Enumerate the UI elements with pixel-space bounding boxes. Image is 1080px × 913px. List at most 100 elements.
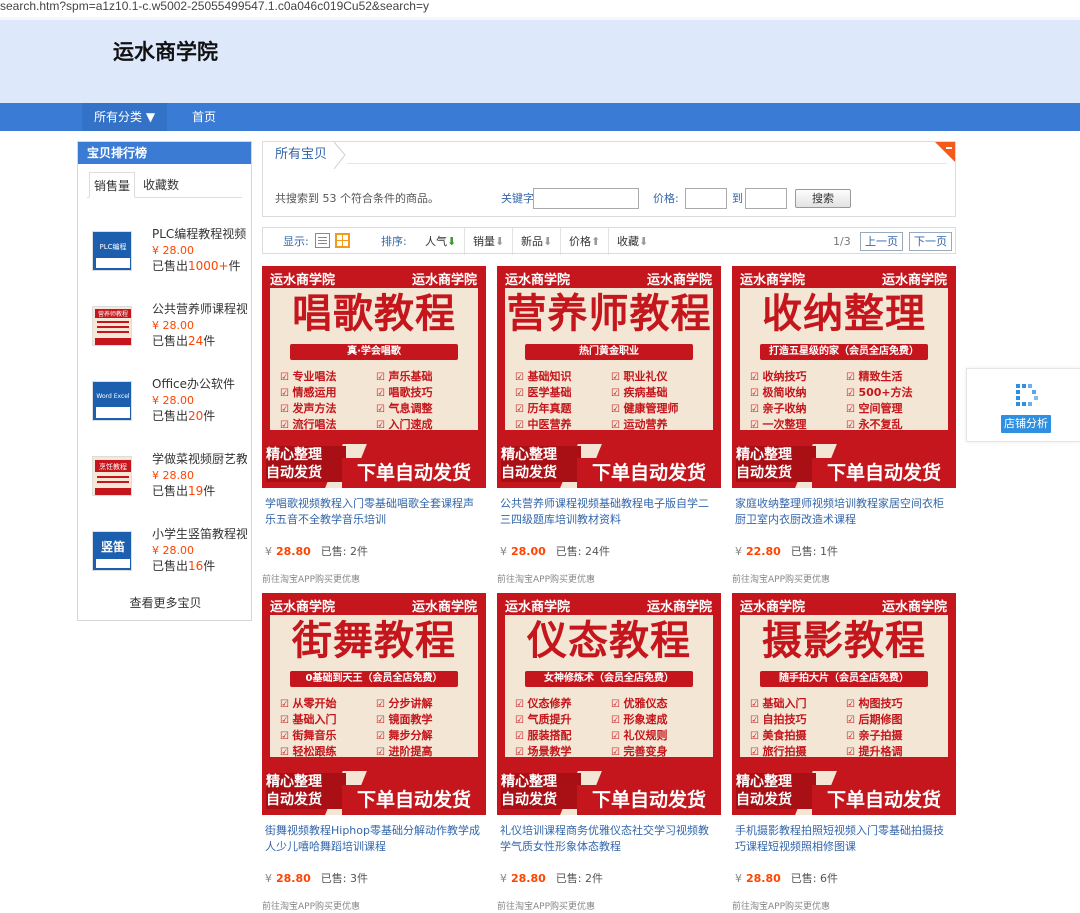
image-brand-right: 运水商学院 — [881, 600, 947, 615]
sort-price[interactable]: 价格⬆ — [561, 228, 610, 255]
shop-analysis-label[interactable]: 店铺分析 — [1001, 415, 1051, 433]
feature-item: 礼仪规则 — [611, 727, 701, 743]
thumb-image-icon: Word Excel — [93, 382, 131, 420]
sold-prefix: 已售出 — [152, 409, 189, 423]
result-text: 共搜索到 53 个符合条件的商品。 — [275, 188, 439, 210]
product-card[interactable]: 运水商学院 运水商学院 收纳整理 打造五星级的家（会员全店免费） 收纳技巧精致生… — [732, 266, 956, 586]
product-title[interactable]: 家庭收纳整理师视频培训教程家居空间衣柜厨卫室内衣厨改造术课程 — [735, 496, 953, 530]
rank-price: ¥ 28.00 — [152, 244, 194, 257]
rank-item[interactable]: 烹饪教程 学做菜视频厨艺教程 ¥ 28.80 已售出19件 — [92, 451, 252, 513]
shop-nav: 所有分类 ▼ 首页 — [0, 103, 1080, 131]
nav-all-categories[interactable]: 所有分类 ▼ — [82, 103, 168, 131]
rank-price: ¥ 28.00 — [152, 544, 194, 557]
product-title[interactable]: 街舞视频教程Hiphop零基础分解动作教学成人少儿嘻哈舞蹈培训课程 — [265, 823, 483, 857]
feature-item: 唱歌技巧 — [376, 384, 466, 400]
app-promo-link[interactable]: 前往淘宝APP购买更优惠 — [732, 572, 830, 585]
result-count: 53 — [322, 192, 337, 205]
product-price: 28.80 — [276, 545, 311, 558]
product-card[interactable]: 运水商学院 运水商学院 仪态教程 女神修炼术（会员全店免费） 仪态修养优雅仪态气… — [497, 593, 721, 913]
rank-thumb[interactable]: PLC编程 — [92, 231, 132, 271]
image-brand-left: 运水商学院 — [505, 273, 571, 288]
nav-home[interactable]: 首页 — [180, 103, 229, 131]
sort-popularity[interactable]: 人气⬇ — [417, 228, 466, 255]
product-title[interactable]: 手机摄影教程拍照短视频入门零基础拍摄技巧课程短视频照相修图课 — [735, 823, 953, 857]
corner-collapse-icon[interactable] — [935, 142, 955, 162]
product-title[interactable]: 公共营养师课程视频基础教程电子版自学二三四级题库培训教材资料 — [500, 496, 718, 530]
sold-count: 1000+ — [188, 259, 229, 273]
grid-view-icon[interactable] — [335, 233, 350, 248]
feature-item: 运动营养 — [611, 416, 701, 432]
image-badge: 精心整理 自动发货 — [736, 773, 816, 809]
currency-symbol: ¥ — [500, 872, 507, 885]
search-button[interactable]: 搜索 — [795, 189, 851, 208]
image-brand-right: 运水商学院 — [881, 273, 947, 288]
browser-url[interactable]: search.htm?spm=a1z10.1-c.w5002-250554995… — [0, 0, 1080, 17]
next-page-button[interactable]: 下一页 — [909, 232, 952, 251]
product-card[interactable]: 运水商学院 运水商学院 唱歌教程 真·学会唱歌 专业唱法声乐基础情感运用唱歌技巧… — [262, 266, 486, 586]
divider — [347, 163, 947, 164]
app-promo-link[interactable]: 前往淘宝APP购买更优惠 — [262, 899, 360, 912]
feature-item: 构图技巧 — [846, 695, 936, 711]
shop-name[interactable]: 运水商学院 — [113, 36, 218, 66]
product-image[interactable]: 运水商学院 运水商学院 摄影教程 随手拍大片（会员全店免费） 基础入门构图技巧自… — [732, 593, 956, 815]
feature-item: 入门速成 — [376, 416, 466, 432]
feature-item: 历年真题 — [515, 400, 605, 416]
thumb-image-icon: 烹饪教程 — [93, 457, 131, 495]
feature-item: 服装搭配 — [515, 727, 605, 743]
rank-name[interactable]: 学做菜视频厨艺教程 — [152, 451, 247, 467]
list-view-icon[interactable] — [315, 233, 330, 248]
product-title[interactable]: 学唱歌视频教程入门零基础唱歌全套课程声乐五音不全教学音乐培训 — [265, 496, 483, 530]
app-promo-link[interactable]: 前往淘宝APP购买更优惠 — [732, 899, 830, 912]
rank-thumb[interactable]: 营养师教程 — [92, 306, 132, 346]
image-auto-ship: 下单自动发货 — [342, 458, 486, 488]
breadcrumb[interactable]: 所有宝贝 — [263, 142, 339, 169]
shop-analysis-panel[interactable]: 店铺分析 — [966, 368, 1080, 442]
image-brand-left: 运水商学院 — [270, 600, 336, 615]
rank-name[interactable]: 小学生竖笛教程视频 — [152, 526, 247, 542]
sort-price-label: 价格 — [569, 235, 591, 248]
sort-sales[interactable]: 销量⬇ — [465, 228, 514, 255]
image-badge-line1: 精心整理 — [501, 774, 557, 790]
product-card[interactable]: 运水商学院 运水商学院 营养师教程 热门黄金职业 基础知识职业礼仪医学基础疾病基… — [497, 266, 721, 586]
view-more-link[interactable]: 查看更多宝贝 — [78, 594, 253, 611]
image-subtitle: 真·学会唱歌 — [290, 344, 458, 360]
sort-favorites[interactable]: 收藏⬇ — [609, 228, 656, 255]
product-card[interactable]: 运水商学院 运水商学院 摄影教程 随手拍大片（会员全店免费） 基础入门构图技巧自… — [732, 593, 956, 913]
rank-name[interactable]: 公共营养师课程视频 — [152, 301, 247, 317]
product-image[interactable]: 运水商学院 运水商学院 仪态教程 女神修炼术（会员全店免费） 仪态修养优雅仪态气… — [497, 593, 721, 815]
rank-item[interactable]: 竖笛 小学生竖笛教程视频 ¥ 28.00 已售出16件 — [92, 526, 252, 588]
sort-new[interactable]: 新品⬇ — [513, 228, 562, 255]
product-image[interactable]: 运水商学院 运水商学院 营养师教程 热门黄金职业 基础知识职业礼仪医学基础疾病基… — [497, 266, 721, 488]
rank-item[interactable]: 营养师教程 公共营养师课程视频 ¥ 28.00 已售出24件 — [92, 301, 252, 363]
sold-prefix: 已售出 — [152, 559, 189, 573]
prev-page-button[interactable]: 上一页 — [860, 232, 903, 251]
product-image[interactable]: 运水商学院 运水商学院 收纳整理 打造五星级的家（会员全店免费） 收纳技巧精致生… — [732, 266, 956, 488]
feature-item: 亲子收纳 — [750, 400, 840, 416]
app-promo-link[interactable]: 前往淘宝APP购买更优惠 — [497, 572, 595, 585]
sold-prefix: 已售出 — [152, 334, 189, 348]
product-image[interactable]: 运水商学院 运水商学院 街舞教程 0基础到天王（会员全店免费） 从零开始分步讲解… — [262, 593, 486, 815]
rank-name[interactable]: Office办公软件 — [152, 376, 247, 392]
rank-thumb[interactable]: 烹饪教程 — [92, 456, 132, 496]
rank-item[interactable]: Word Excel Office办公软件 ¥ 28.00 已售出20件 — [92, 376, 252, 438]
price-min-input[interactable] — [685, 188, 727, 209]
image-badge-line2: 自动发货 — [736, 465, 792, 481]
image-brand-left: 运水商学院 — [505, 600, 571, 615]
rank-thumb[interactable]: 竖笛 — [92, 531, 132, 571]
tab-sales[interactable]: 销售量 — [89, 172, 136, 198]
rank-thumb[interactable]: Word Excel — [92, 381, 132, 421]
feature-item: 进阶提高 — [376, 743, 466, 759]
rank-name[interactable]: PLC编程教程视频 — [152, 226, 247, 242]
feature-item: 自拍技巧 — [750, 711, 840, 727]
feature-item: 美食拍摄 — [750, 727, 840, 743]
app-promo-link[interactable]: 前往淘宝APP购买更优惠 — [262, 572, 360, 585]
price-max-input[interactable] — [745, 188, 787, 209]
product-title[interactable]: 礼仪培训课程商务优雅仪态社交学习视频教学气质女性形象体态教程 — [500, 823, 718, 857]
tab-favorites[interactable]: 收藏数 — [139, 172, 183, 198]
app-promo-link[interactable]: 前往淘宝APP购买更优惠 — [497, 899, 595, 912]
to-label: 到 — [732, 192, 743, 205]
product-image[interactable]: 运水商学院 运水商学院 唱歌教程 真·学会唱歌 专业唱法声乐基础情感运用唱歌技巧… — [262, 266, 486, 488]
rank-item[interactable]: PLC编程 PLC编程教程视频 ¥ 28.00 已售出1000+件 — [92, 226, 252, 288]
keyword-input[interactable] — [533, 188, 639, 209]
product-card[interactable]: 运水商学院 运水商学院 街舞教程 0基础到天王（会员全店免费） 从零开始分步讲解… — [262, 593, 486, 913]
